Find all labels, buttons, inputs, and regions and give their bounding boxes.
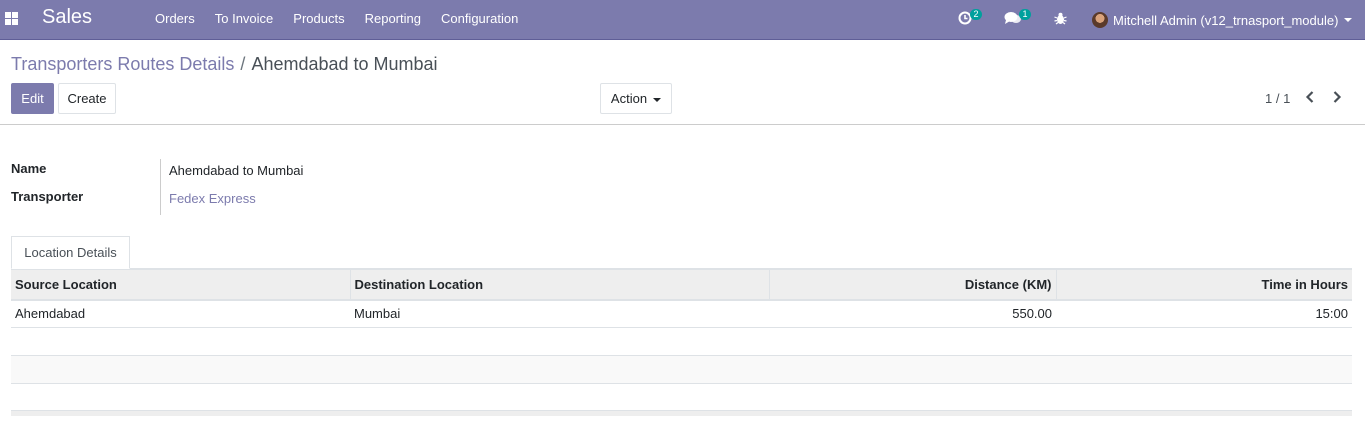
breadcrumb: Transporters Routes Details / Ahemdabad to… [11,54,438,75]
apps-grid-icon[interactable] [5,12,18,25]
empty-row [11,383,1352,412]
column-header-distance[interactable]: Distance (KM) [769,269,1057,301]
app-name[interactable]: Sales [42,6,92,29]
breadcrumb-separator: / [240,54,246,74]
menu-item-products[interactable]: Products [283,0,354,40]
edit-button[interactable]: Edit [11,83,54,114]
chevron-right-icon[interactable] [1330,89,1344,105]
control-panel-divider [0,124,1365,125]
bug-icon [1054,12,1067,25]
empty-row [11,327,1352,356]
action-dropdown-button[interactable]: Action [600,83,672,114]
transporter-label: Transporter [11,189,84,204]
chevron-down-icon [653,97,662,102]
pager-value[interactable]: 1 / 1 [1265,91,1290,106]
activity-menu[interactable]: 2 [956,0,986,40]
debug-menu[interactable] [1052,0,1070,40]
cell-source-location: Ahemdabad [11,299,350,328]
table-header-row: Source Location Destination Location Dis… [11,269,1352,301]
table-row[interactable]: Ahemdabad Mumbai 550.00 15:00 [11,299,1352,328]
action-label: Action [610,91,648,106]
name-label: Name [11,161,47,176]
cell-destination-location: Mumbai [350,299,769,328]
table-footer [11,410,1352,416]
menu-item-reporting[interactable]: Reporting [355,0,431,40]
user-name: Mitchell Admin (v12_trnasport_module) [1113,12,1339,28]
chevron-down-icon [1344,18,1353,22]
tab-location-details[interactable]: Location Details [11,236,130,269]
activity-count-badge: 2 [970,9,982,20]
column-header-time-in-hours[interactable]: Time in Hours [1056,269,1352,301]
transporter-link[interactable]: Fedex Express [169,191,256,206]
name-value: Ahemdabad to Mumbai [169,163,304,178]
column-header-destination-location[interactable]: Destination Location [350,269,770,301]
menu-item-to-invoice[interactable]: To Invoice [205,0,284,40]
menu-item-configuration[interactable]: Configuration [431,0,528,40]
main-menu: Orders To Invoice Products Reporting Con… [145,0,528,40]
cell-distance: 550.00 [769,299,1056,328]
user-menu[interactable]: Mitchell Admin (v12_trnasport_module) [1092,0,1353,40]
breadcrumb-current: Ahemdabad to Mumbai [251,54,438,74]
create-button[interactable]: Create [58,83,116,114]
menu-item-orders[interactable]: Orders [145,0,205,40]
cell-time-in-hours: 15:00 [1056,299,1352,328]
messages-count-badge: 1 [1019,9,1031,20]
field-separator [160,159,161,215]
breadcrumb-parent-link[interactable]: Transporters Routes Details [11,54,234,74]
location-details-table: Source Location Destination Location Dis… [11,269,1352,412]
chevron-left-icon[interactable] [1303,89,1317,105]
top-navbar: Sales Orders To Invoice Products Reporti… [0,0,1365,40]
column-header-source-location[interactable]: Source Location [11,269,351,301]
messaging-menu[interactable]: 1 [1004,0,1036,40]
user-avatar [1092,12,1108,28]
empty-row [11,355,1352,384]
